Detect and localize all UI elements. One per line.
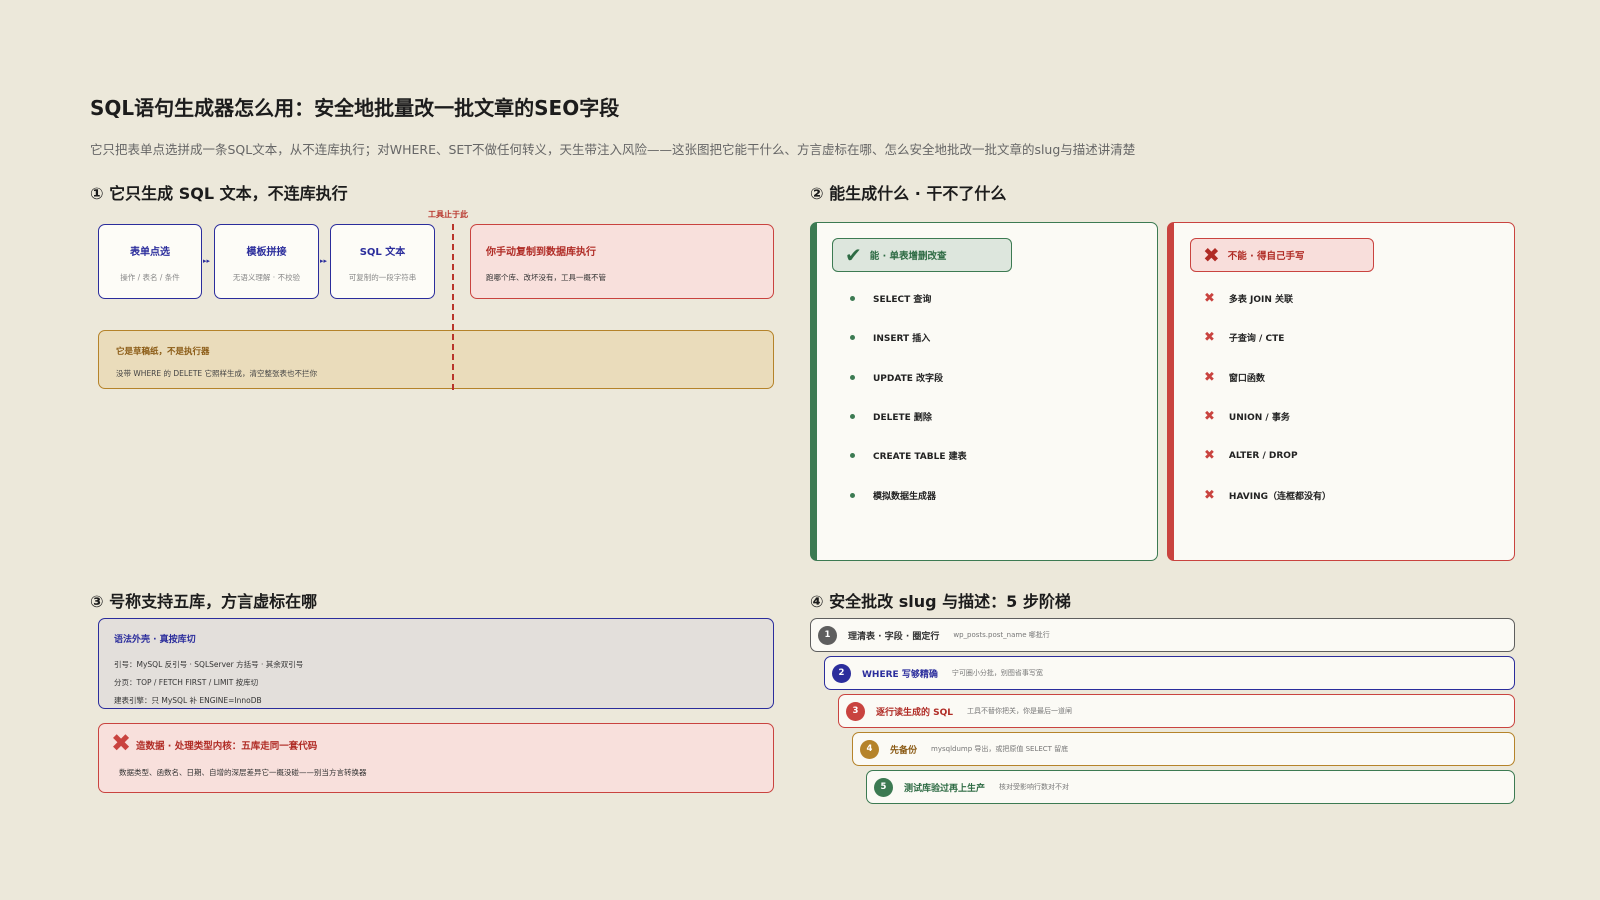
step-4: 4 先备份 mysqldump 导出，或把原值 SELECT 留底: [852, 732, 1515, 766]
stop-label: 工具止于此: [428, 210, 468, 219]
cannot-pill: ✖ 不能 · 得自己手写: [1190, 238, 1374, 272]
can-item: DELETE 删除: [850, 410, 932, 423]
page-title: SQL语句生成器怎么用：安全地批量改一批文章的SEO字段: [90, 96, 620, 120]
step-1: 1 理清表 · 字段 · 圈定行 wp_posts.post_name 哪批行: [810, 618, 1515, 652]
dialect-line: 分页：TOP / FETCH FIRST / LIMIT 按库切: [114, 678, 259, 687]
step-number: 1: [818, 625, 837, 645]
manual-desc: 跑哪个库、改坏没有，工具一概不管: [486, 273, 606, 282]
bullet-dot-icon: [850, 493, 855, 498]
cross-icon: ✖: [1204, 448, 1215, 463]
flow-step-desc: 可复制的一段字符串: [348, 273, 417, 282]
draft-desc: 没带 WHERE 的 DELETE 它照样生成，清空整张表也不拦你: [116, 369, 318, 378]
dialect-box: 语法外壳 · 真按库切 引号：MySQL 反引号 · SQLServer 方括号…: [98, 618, 774, 709]
cross-icon: ✖: [1204, 488, 1215, 503]
step-number: 5: [874, 777, 893, 797]
can-item: UPDATE 改字段: [850, 371, 943, 384]
fake-title: 造数据 · 处理类型内核：五库走同一套代码: [136, 741, 318, 752]
dialect-line: 建表引擎：只 MySQL 补 ENGINE=InnoDB: [114, 696, 262, 705]
cross-icon: ✖: [1203, 243, 1220, 267]
step-desc: mysqldump 导出，或把原值 SELECT 留底: [931, 745, 1069, 753]
flow-step-desc: 无语义理解 · 不校验: [232, 273, 301, 282]
step-desc: 工具不替你把关，你是最后一道闸: [967, 707, 1073, 715]
cross-icon: ✖: [111, 729, 132, 757]
dialect-title: 语法外壳 · 真按库切: [114, 635, 196, 645]
step-2: 2 WHERE 写够精确 宁可圈小分批，别图省事写宽: [824, 656, 1515, 690]
flow-step-desc: 操作 / 表名 / 条件: [120, 273, 180, 282]
step-number: 4: [860, 739, 879, 759]
cannot-item: ✖ 窗口函数: [1204, 370, 1265, 385]
cross-icon: ✖: [1204, 370, 1215, 385]
draft-title: 它是草稿纸，不是执行器: [116, 347, 210, 357]
step-desc: wp_posts.post_name 哪批行: [953, 631, 1050, 639]
step-desc: 宁可圈小分批，别图省事写宽: [951, 669, 1043, 677]
step-desc: 核对受影响行数对不对: [999, 783, 1070, 791]
cross-icon: ✖: [1204, 291, 1215, 306]
step-title: WHERE 写够精确: [862, 669, 938, 680]
section3-heading: ③ 号称支持五库，方言虚标在哪: [90, 592, 318, 611]
flow-step-template: 模板拼接 无语义理解 · 不校验: [214, 224, 319, 299]
step-3: 3 逐行读生成的 SQL 工具不替你把关，你是最后一道闸: [838, 694, 1515, 728]
bullet-dot-icon: [850, 296, 855, 301]
can-item: SELECT 查询: [850, 292, 931, 305]
arrow-right-icon: ▸▸: [320, 257, 328, 265]
manual-execution-box: 你手动复制到数据库执行 跑哪个库、改坏没有，工具一概不管: [470, 224, 774, 299]
can-panel: [810, 222, 1158, 561]
cannot-item: ✖ 多表 JOIN 关联: [1204, 291, 1294, 306]
step-title: 逐行读生成的 SQL: [876, 707, 954, 718]
section2-heading: ② 能生成什么 · 干不了什么: [810, 184, 1007, 203]
bullet-dot-icon: [850, 335, 855, 340]
cannot-item: ✖ ALTER / DROP: [1204, 448, 1298, 463]
step-title: 先备份: [890, 745, 918, 756]
flow-step-form: 表单点选 操作 / 表名 / 条件: [98, 224, 202, 299]
cannot-panel: [1167, 222, 1515, 561]
flow-step-title: 表单点选: [130, 247, 170, 258]
cross-icon: ✖: [1204, 409, 1215, 424]
step-5: 5 测试库验过再上生产 核对受影响行数对不对: [866, 770, 1515, 804]
dialect-line: 引号：MySQL 反引号 · SQLServer 方括号 · 其余双引号: [114, 660, 304, 669]
cannot-item: ✖ 子查询 / CTE: [1204, 330, 1285, 345]
step-number: 2: [832, 663, 851, 683]
can-pill: ✔ 能 · 单表增删改查: [832, 238, 1012, 272]
cannot-title: 不能 · 得自己手写: [1227, 251, 1305, 262]
manual-title: 你手动复制到数据库执行: [486, 247, 596, 258]
bullet-dot-icon: [850, 453, 855, 458]
cannot-item: ✖ UNION / 事务: [1204, 409, 1290, 424]
section4-heading: ④ 安全批改 slug 与描述：5 步阶梯: [810, 592, 1071, 611]
flow-step-sql-text: SQL 文本 可复制的一段字符串: [330, 224, 435, 299]
flow-step-title: SQL 文本: [359, 247, 406, 258]
step-number: 3: [846, 701, 865, 721]
bullet-dot-icon: [850, 375, 855, 380]
flow-step-title: 模板拼接: [246, 247, 287, 258]
stop-line: [452, 224, 454, 390]
can-item: CREATE TABLE 建表: [850, 449, 967, 462]
step-title: 理清表 · 字段 · 圈定行: [848, 631, 940, 642]
cannot-item: ✖ HAVING（连框都没有）: [1204, 488, 1332, 503]
can-title: 能 · 单表增删改查: [869, 251, 947, 262]
bullet-dot-icon: [850, 414, 855, 419]
fake-desc: 数据类型、函数名、日期、自增的深层差异它一概没碰——别当方言转换器: [119, 768, 367, 777]
draft-note-box: 它是草稿纸，不是执行器 没带 WHERE 的 DELETE 它照样生成，清空整张…: [98, 330, 774, 389]
page-subtitle: 它只把表单点选拼成一条SQL文本，从不连库执行；对WHERE、SET不做任何转义…: [90, 142, 1136, 157]
section1-heading: ① 它只生成 SQL 文本，不连库执行: [90, 184, 348, 203]
arrow-right-icon: ▸▸: [203, 257, 211, 265]
step-title: 测试库验过再上生产: [904, 783, 986, 794]
can-item: 模拟数据生成器: [850, 489, 936, 502]
fake-dialect-box: ✖ 造数据 · 处理类型内核：五库走同一套代码 数据类型、函数名、日期、自增的深…: [98, 723, 774, 793]
can-item: INSERT 插入: [850, 331, 930, 344]
check-icon: ✔: [845, 243, 862, 267]
cross-icon: ✖: [1204, 330, 1215, 345]
